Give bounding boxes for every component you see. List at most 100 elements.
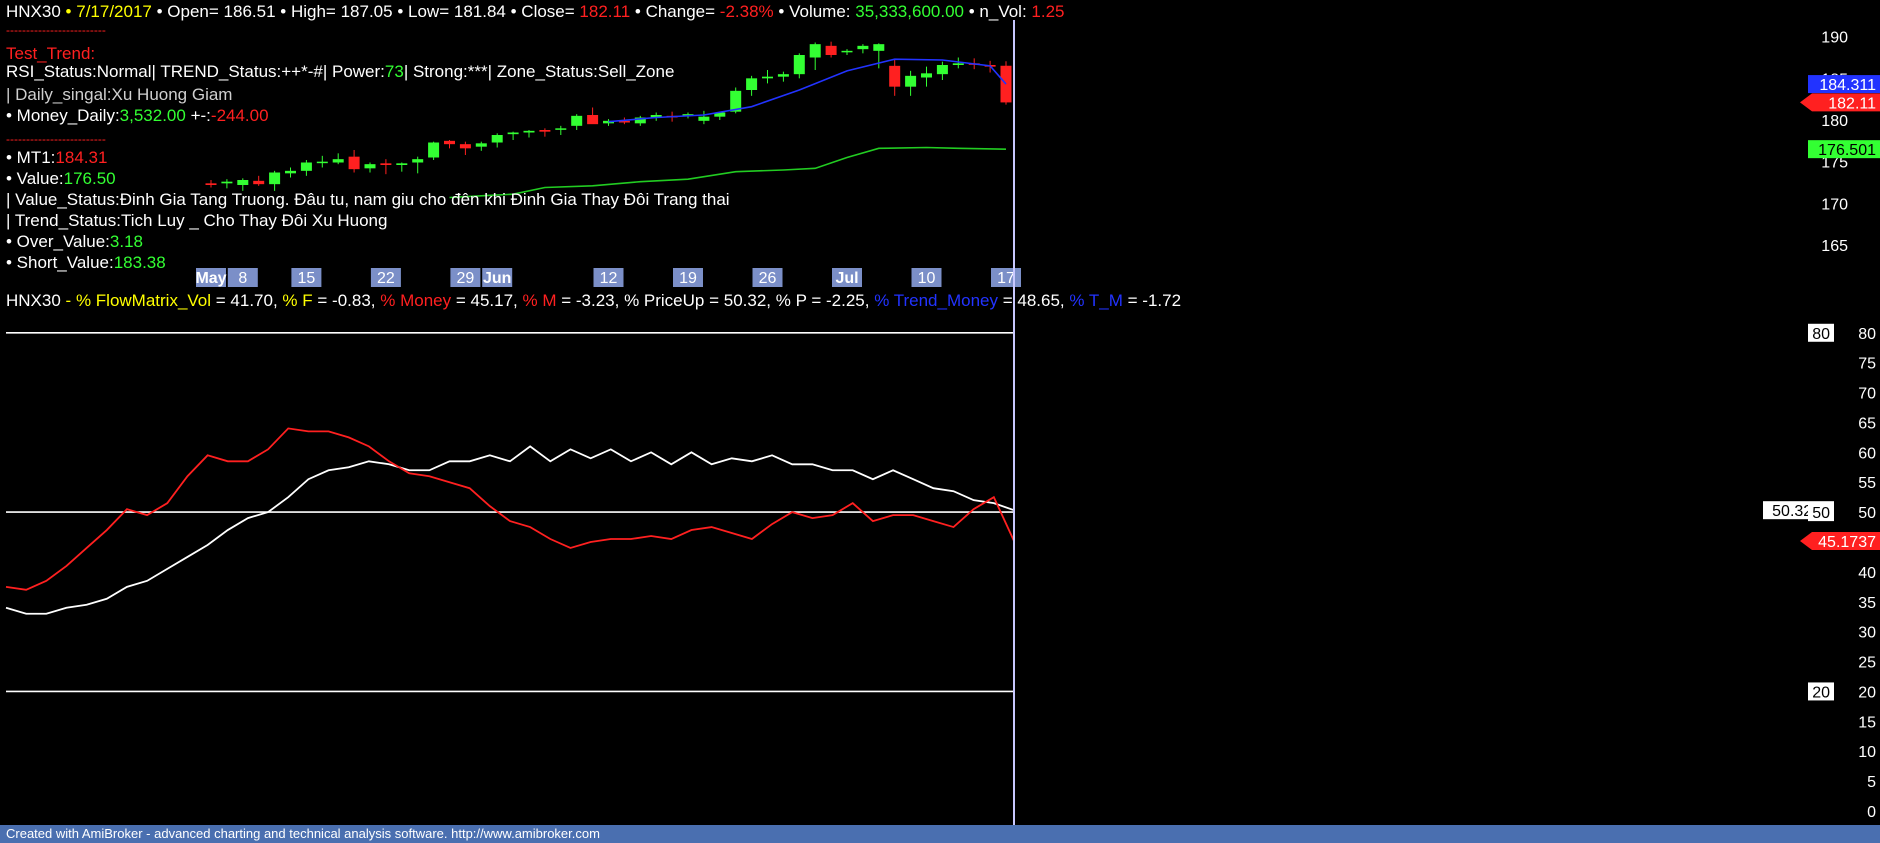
price-axis-tick: 165 [1821,238,1848,255]
candle-body [316,161,328,164]
indicator-axis-tick: 80 [1858,326,1876,343]
chart-canvas[interactable]: 165170175180185190184.311182.11176.501Ma… [0,0,1880,843]
candle-body [491,135,503,143]
candle-body [269,172,281,185]
candle-body [459,144,471,149]
value-line: • Value:176.50 [6,169,116,188]
candle-body [841,50,853,53]
dash-line-1: ------------------------- [6,23,106,37]
candle-body [539,130,551,132]
date-label: Jul [835,270,858,287]
date-label: Jun [483,270,511,287]
candle-body [348,156,360,170]
trend-money-value: 48.65 [1017,291,1060,310]
indicator-axis-tick: 15 [1858,714,1876,731]
indicator-axis-tick: 40 [1858,565,1876,582]
candle-body [475,143,487,147]
over-value-line: • Over_Value:3.18 [6,232,144,251]
series-money [5,427,1015,591]
price-header: HNX30 • 7/17/2017 • Open= 186.51 • High=… [6,2,1065,21]
priceup-value: 50.32 [723,291,767,310]
date-label: 29 [457,270,475,287]
indicator-axis-tick: 25 [1858,655,1876,672]
indicator-axis-tick: 60 [1858,445,1876,462]
date-label: 15 [298,270,316,287]
indicator-axis-tick: 75 [1858,356,1876,373]
low-value: 181.84 [453,2,506,21]
date-label: 17 [997,270,1015,287]
volume-value: 35,333,600.00 [855,2,964,21]
indicator-axis-tick: 55 [1858,475,1876,492]
candle-body [332,159,344,163]
price-tag-label: 182.11 [1828,95,1876,112]
candle-body [746,78,758,90]
candle-body [412,159,424,163]
value-status: | Value_Status:Đinh Gia Tang Truong. Đâu… [6,190,730,209]
footer-credit: Created with AmiBroker - advanced charti… [0,825,1880,843]
candle-body [936,65,948,75]
candle-body [873,44,885,51]
series-priceup [5,445,1015,615]
indicator-pane: 051015202530354045505560657075808050.321… [5,323,1880,821]
date-label: 26 [759,270,777,287]
candle-body [777,74,789,77]
mt1-line: • MT1:184.31 [6,148,108,167]
value-tag-label: 20 [1812,684,1830,701]
date-label: 19 [679,270,697,287]
candle-body [905,75,917,87]
daily-signal: | Daily_singal:Xu Huong Giam [6,85,233,104]
bar-date: 7/17/2017 [76,2,152,21]
candle-body [555,128,567,130]
money-value: 45.17 [470,291,514,310]
value-tag-label: 50 [1812,505,1830,522]
candle-body [300,162,312,171]
power-value: 73 [384,62,404,81]
candle-body [952,63,964,65]
candle-body [285,170,296,174]
price-axis-tick: 180 [1821,113,1848,130]
candle-body [253,180,265,185]
price-axis-tick: 170 [1821,196,1848,213]
candle-body [809,44,821,58]
change-value: -2.38% [719,2,774,21]
flow-value: 41.70 [230,291,273,310]
price-tag-label: 184.311 [1819,77,1876,94]
indicator-axis-tick: 70 [1858,386,1876,403]
candle-body [698,116,710,121]
indicator-axis-tick: 30 [1858,625,1876,642]
candle-body [523,130,535,133]
price-tag-label: 176.501 [1818,142,1876,159]
candle-body [793,55,805,75]
date-label: 10 [918,270,936,287]
candle-body [857,45,869,50]
indicator-axis-tick: 65 [1858,415,1876,432]
price-axis-tick: 190 [1821,30,1848,47]
value-tag-label: 80 [1812,326,1830,343]
rsi-status-line: RSI_Status:Normal| TREND_Status:++*-#| P… [6,62,675,81]
value-value: 176.50 [63,169,116,188]
close-value: 182.11 [579,2,631,21]
candle-body [921,73,932,78]
symbol: HNX30 [6,2,61,21]
candle-body [396,163,408,165]
candle-body [380,163,392,165]
indicator-axis-tick: 5 [1867,774,1876,791]
candle-body [571,115,583,126]
date-label: 22 [377,270,395,287]
candle-body [762,76,773,79]
open-value: 186.51 [223,2,276,21]
candle-body [825,45,837,55]
short-value: 183.38 [113,253,166,272]
date-label: 8 [238,270,247,287]
trend-status: | Trend_Status:Tich Luy _ Cho Thay Đôi X… [6,211,388,230]
value-tag-label: 45.1737 [1818,534,1876,551]
high-value: 187.05 [340,2,393,21]
money-daily-value: 3,532.00 [119,106,186,125]
indicator-axis-tick: 35 [1858,595,1876,612]
indicator-axis-tick: 20 [1858,684,1876,701]
indicator-axis-tick: 10 [1858,744,1876,761]
candle-body [205,183,217,185]
indicator-axis-tick: 50 [1858,505,1876,522]
candle-body [889,65,901,87]
money-daily-line: • Money_Daily:3,532.00 +-:-244.00 [6,106,269,125]
